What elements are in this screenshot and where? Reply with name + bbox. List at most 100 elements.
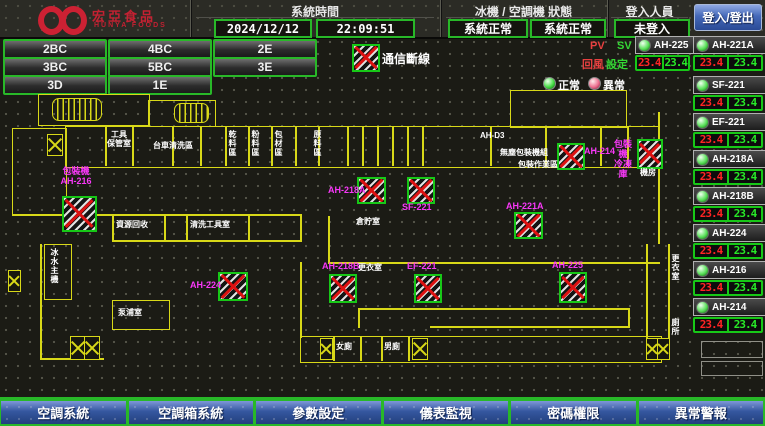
wall — [12, 214, 302, 216]
unit-name: EF-221 — [712, 117, 745, 128]
unit-ah-214[interactable]: AH-214 — [693, 298, 765, 316]
wall — [377, 126, 379, 166]
wall — [164, 214, 166, 241]
unit-sf-221-values: 23.423.4 — [693, 95, 763, 111]
unit-name: AH-218A — [712, 154, 754, 165]
unit-ah-218b[interactable]: AH-218B — [693, 187, 765, 205]
setpoint-legend-label: 設定 — [606, 56, 628, 72]
footer-button-password-auth[interactable]: 密碼權限 — [509, 399, 638, 426]
empty-slot — [701, 361, 763, 376]
status-lamp-icon — [696, 190, 709, 203]
wall — [646, 244, 648, 338]
wall — [295, 126, 297, 166]
wall — [510, 90, 627, 128]
floor-button-5bc[interactable]: 5BC — [108, 57, 212, 77]
abnormal-lamp-icon — [588, 77, 601, 90]
room-label: 工具 保管室 — [106, 130, 132, 148]
unit-ah-221a[interactable]: AH-221A — [693, 36, 765, 54]
pv-value: 23.4 — [695, 171, 729, 183]
door-x-icon — [8, 270, 21, 292]
room-label: 更衣室 — [358, 263, 382, 272]
floor-button-4bc[interactable]: 4BC — [108, 39, 212, 59]
wall — [271, 126, 273, 166]
elevator-icon — [52, 98, 102, 121]
footer-button-param-setting[interactable]: 參數設定 — [254, 399, 383, 426]
wall — [392, 126, 394, 166]
wall — [248, 126, 250, 166]
room-label: 清洗工具室 — [190, 220, 230, 229]
login-logout-button[interactable]: 登入/登出 — [694, 4, 762, 31]
unit-ef-221[interactable]: EF-221 — [693, 113, 765, 131]
elevator-icon — [174, 103, 209, 123]
wall — [358, 308, 628, 310]
room-label: 台車清洗區 — [153, 141, 193, 150]
ahu-status-value: 系統正常 — [530, 19, 606, 38]
room-label: 泵浦室 — [118, 308, 142, 317]
floor-button-1e[interactable]: 1E — [108, 75, 212, 95]
footer-button-ahu-system[interactable]: 空調箱系統 — [127, 399, 256, 426]
footer-button-meter-monitor[interactable]: 儀表監視 — [382, 399, 511, 426]
wall — [358, 308, 360, 328]
room-label: 無塵包裝機組 — [500, 148, 548, 157]
device-label: EF-221 — [407, 261, 437, 271]
wall — [248, 214, 250, 241]
floor-button-2bc[interactable]: 2BC — [3, 39, 107, 59]
device-offline-marker-ah-216[interactable] — [62, 196, 97, 232]
wall — [300, 214, 302, 241]
footer-button-alarm[interactable]: 異常警報 — [637, 399, 765, 426]
floor-button-2e[interactable]: 2E — [213, 39, 317, 59]
pv-value: 23.4 — [695, 282, 729, 294]
room-label: 冰水主機 — [50, 248, 59, 284]
room-label: 倉貯室 — [356, 217, 380, 226]
unit-ah-224-values: 23.423.4 — [693, 243, 763, 259]
sv-value: 23.4 — [729, 245, 761, 257]
device-offline-marker-ef-221[interactable] — [414, 274, 442, 303]
floor-button-3bc[interactable]: 3BC — [3, 57, 107, 77]
floor-button-3e[interactable]: 3E — [213, 57, 317, 77]
device-label: SF-221 — [402, 202, 432, 212]
unit-ah-224[interactable]: AH-224 — [693, 224, 765, 242]
device-label: AH-224 — [190, 280, 221, 290]
return-air-legend-label: 回風 — [582, 56, 604, 72]
sv-value: 23.4 — [729, 134, 761, 146]
room-label: 廁所 — [671, 318, 680, 336]
sv-value: 23.4 — [729, 208, 761, 220]
unit-ah-225[interactable]: AH-225 — [635, 36, 694, 54]
status-lamp-icon — [696, 264, 709, 277]
unit-ah-216[interactable]: AH-216 — [693, 261, 765, 279]
sv-legend-label: SV — [617, 40, 632, 52]
device-offline-marker-sf-221[interactable] — [407, 177, 435, 204]
device-offline-marker-ah-218b[interactable] — [329, 274, 357, 303]
unit-name: SF-221 — [712, 80, 745, 91]
hmi-screen: 宏亞食品 HUNYA FOODS 系統時間 2024/12/12 22:09:5… — [0, 0, 765, 426]
stairs-x-icon — [84, 336, 100, 360]
pv-value: 23.4 — [695, 57, 729, 69]
top-bar: 宏亞食品 HUNYA FOODS 系統時間 2024/12/12 22:09:5… — [0, 0, 765, 39]
device-offline-marker-ah-221a[interactable] — [514, 212, 543, 239]
wall — [407, 126, 409, 166]
device-offline-marker-ah-225[interactable] — [559, 272, 587, 303]
wall — [422, 126, 424, 166]
floor-button-3d[interactable]: 3D — [3, 75, 107, 95]
wall — [112, 240, 302, 242]
wall — [328, 216, 330, 264]
unit-name: AH-224 — [712, 228, 746, 239]
device-offline-marker-ah-214[interactable] — [557, 143, 585, 170]
device-offline-marker-ah-224[interactable] — [218, 272, 248, 301]
unit-sf-221[interactable]: SF-221 — [693, 76, 765, 94]
logo-icon — [60, 6, 87, 35]
unit-ah-225-values: 23.423.4 — [635, 55, 690, 71]
footer-button-ac-system[interactable]: 空調系統 — [0, 399, 128, 426]
device-offline-marker[interactable] — [637, 139, 663, 169]
pv-value: 23.4 — [695, 97, 729, 109]
unit-name: AH-216 — [712, 265, 746, 276]
door-x-icon — [47, 134, 63, 156]
unit-name: AH-214 — [712, 302, 746, 313]
room-label: 更衣室 — [671, 254, 680, 281]
wall — [225, 126, 227, 166]
wall — [132, 126, 134, 166]
device-label: AH-218B — [322, 261, 360, 271]
unit-ah-218a[interactable]: AH-218A — [693, 150, 765, 168]
unit-ah-216-values: 23.423.4 — [693, 280, 763, 296]
unit-ah-218b-values: 23.423.4 — [693, 206, 763, 222]
